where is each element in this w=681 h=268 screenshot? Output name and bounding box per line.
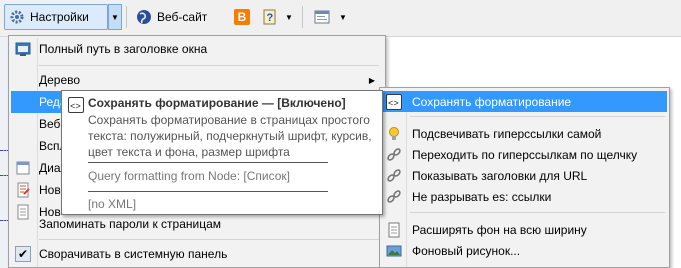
view-dropdown-arrow[interactable]: ▼ bbox=[336, 4, 350, 30]
tooltip-divider bbox=[88, 162, 328, 163]
link-icon bbox=[386, 168, 402, 184]
view-button[interactable] bbox=[310, 4, 334, 30]
submenu-item-show-url-titles[interactable]: Показывать заголовки для URL bbox=[382, 165, 667, 186]
blogger-button[interactable]: B bbox=[230, 4, 254, 30]
submenu-item-follow-links[interactable]: Переходить по гиперссылкам по щелчку bbox=[382, 144, 667, 165]
submenu-item-keep-formatting[interactable]: <> Сохранять форматирование bbox=[382, 91, 667, 112]
svg-text:<>: <> bbox=[388, 99, 399, 109]
tooltip-description: Сохранять форматирование в страницах про… bbox=[88, 113, 372, 159]
new-note-icon bbox=[15, 182, 31, 198]
menu-item-tree[interactable]: Дерево ▶ bbox=[11, 69, 383, 91]
submenu-item-label: Сохранять форматирование bbox=[412, 94, 572, 109]
settings-button[interactable]: Настройки bbox=[4, 4, 108, 30]
image-icon bbox=[386, 243, 402, 259]
help-icon: ? bbox=[262, 9, 278, 25]
link-icon bbox=[386, 189, 402, 205]
submenu-item-no-break-es-links[interactable]: Не разрывать es: ссылки bbox=[382, 186, 667, 207]
blogger-icon: B bbox=[234, 9, 250, 25]
menu-item-label: Запоминать пароли к страницам bbox=[39, 217, 222, 231]
dialog-icon bbox=[15, 160, 31, 176]
menu-item-full-path[interactable]: Полный путь в заголовке окна bbox=[11, 38, 383, 60]
chevron-down-icon: ▼ bbox=[111, 12, 119, 22]
submenu-item-label: Показывать заголовки для URL bbox=[412, 168, 588, 183]
submenu-item-label: Фоновый рисунок... bbox=[412, 243, 521, 258]
submenu-separator bbox=[410, 212, 665, 213]
website-button[interactable]: Веб-сайт bbox=[132, 4, 226, 30]
settings-label: Настройки bbox=[30, 10, 89, 24]
submenu-item-label: Подсвечивать гиперссылки самой bbox=[412, 126, 602, 141]
toolbar-separator bbox=[126, 6, 127, 28]
submenu-item-background-image[interactable]: Фоновый рисунок... bbox=[382, 240, 667, 261]
svg-text:<>: <> bbox=[70, 102, 81, 112]
tooltip-xml: [no XML] bbox=[88, 197, 137, 211]
settings-dropdown-arrow[interactable]: ▼ bbox=[108, 4, 122, 30]
submenu-item-label: Не разрывать es: ссылки bbox=[412, 189, 552, 204]
submenu-arrow-icon: ▶ bbox=[368, 75, 375, 85]
chevron-down-icon: ▼ bbox=[285, 12, 293, 22]
menu-item-remember-passwords[interactable]: Запоминать пароли к страницам bbox=[11, 213, 383, 235]
help-button[interactable]: ? bbox=[258, 4, 280, 30]
format-icon: <> bbox=[386, 93, 402, 110]
submenu-item-label: Переходить по гиперссылкам по щелчку bbox=[412, 147, 638, 162]
page-icon bbox=[386, 222, 402, 238]
menu-item-label: Сворачивать в системную панель bbox=[39, 247, 228, 261]
menu-item-label: Полный путь в заголовке окна bbox=[39, 42, 208, 56]
menu-item-label: Нов bbox=[39, 183, 61, 197]
window-title-icon bbox=[15, 41, 31, 57]
tooltip-title: Сохранять форматирование — [Включено] bbox=[88, 96, 346, 110]
submenu-separator bbox=[410, 116, 665, 117]
website-label: Веб-сайт bbox=[157, 10, 208, 24]
tooltip-query: Query formatting from Node: [Список] bbox=[88, 169, 290, 183]
tooltip-divider bbox=[88, 191, 328, 192]
submenu-item-highlight-links[interactable]: Подсвечивать гиперссылки самой bbox=[382, 123, 667, 144]
globe-icon bbox=[136, 9, 152, 25]
format-icon: <> bbox=[68, 97, 84, 113]
editor-submenu: <> Сохранять форматирование Подсвечивать… bbox=[379, 87, 670, 268]
checkmark-icon: ✔ bbox=[15, 246, 31, 262]
gear-icon bbox=[9, 9, 25, 25]
toolbar-separator bbox=[302, 6, 303, 28]
menu-item-label: Дерево bbox=[39, 73, 81, 87]
window-icon bbox=[314, 9, 330, 25]
tooltip: <> Сохранять форматирование — [Включено]… bbox=[61, 90, 383, 215]
submenu-item-label: Расширять фон на всю ширину bbox=[412, 222, 587, 237]
submenu-item-extend-background[interactable]: Расширять фон на всю ширину bbox=[382, 219, 667, 240]
toolbar: Настройки ▼ Веб-сайт B ? ▼ ▼ bbox=[0, 0, 681, 37]
chevron-down-icon: ▼ bbox=[339, 12, 347, 22]
help-dropdown-arrow[interactable]: ▼ bbox=[282, 4, 296, 30]
svg-text:?: ? bbox=[267, 12, 274, 24]
lightbulb-icon bbox=[386, 126, 402, 142]
menu-item-minimize-tray[interactable]: ✔ Сворачивать в системную панель bbox=[11, 243, 383, 265]
menu-separator bbox=[39, 65, 379, 66]
link-icon bbox=[386, 147, 402, 163]
menu-separator bbox=[39, 239, 379, 240]
